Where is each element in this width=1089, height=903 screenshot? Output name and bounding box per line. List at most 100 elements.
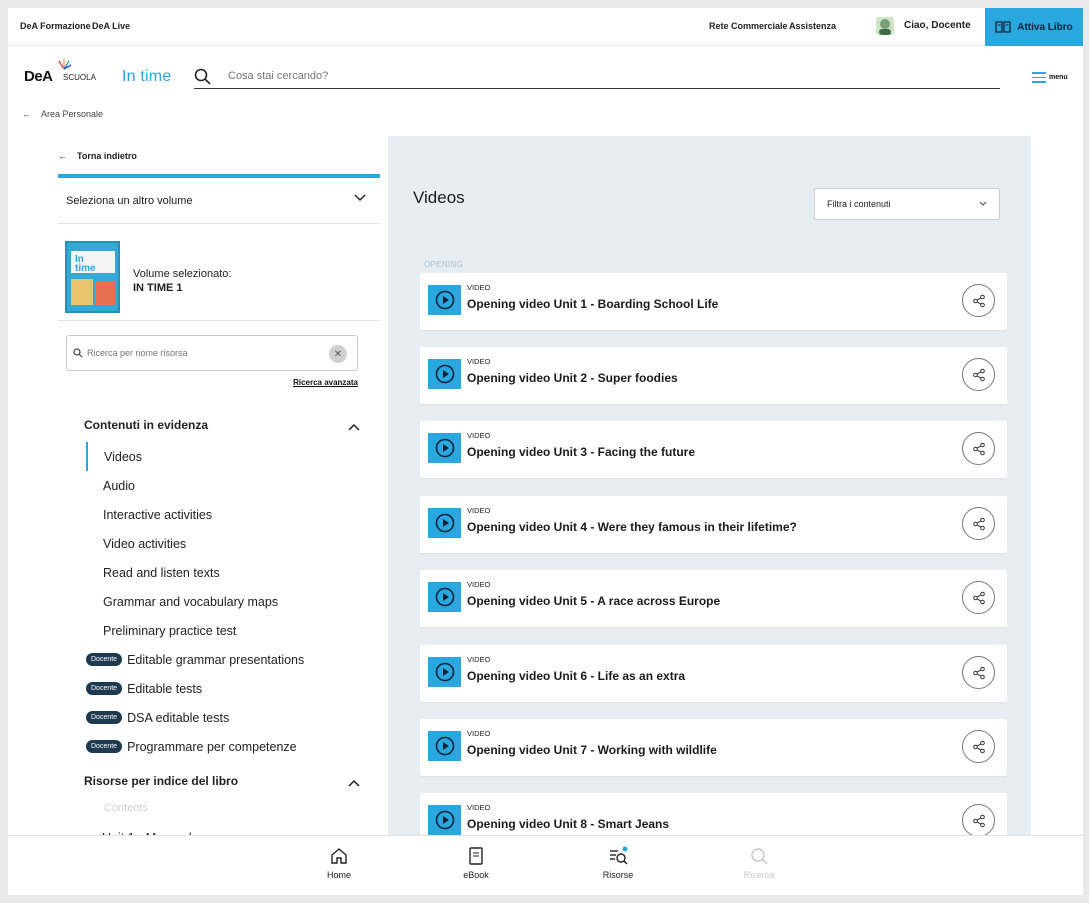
- dea-live-link[interactable]: DeA Live: [92, 21, 130, 31]
- sidebar: Seleziona un altro volume In time Volume …: [58, 174, 380, 848]
- share-icon: [972, 294, 985, 307]
- video-kind-label: VIDEO: [467, 431, 491, 440]
- breadcrumb[interactable]: ← Area Personale: [22, 109, 103, 119]
- dea-logo-sub: SCUOLA: [63, 73, 96, 82]
- advanced-search-link[interactable]: Ricerca avanzata: [293, 378, 358, 387]
- dea-logo[interactable]: DeA: [24, 68, 53, 85]
- clear-search-icon[interactable]: ✕: [329, 345, 347, 363]
- search-icon[interactable]: [194, 68, 211, 85]
- video-card[interactable]: VIDEO Opening video Unit 7 - Working with…: [420, 719, 1007, 776]
- user-avatar-icon[interactable]: [874, 15, 896, 37]
- selected-volume-text: Volume selezionato: IN TIME 1: [133, 267, 231, 295]
- play-video-button[interactable]: [428, 731, 461, 761]
- share-button[interactable]: [962, 507, 995, 540]
- arrow-left-icon: ←: [58, 151, 67, 161]
- chevron-down-icon: [354, 194, 366, 202]
- sidebar-item-dsa-tests[interactable]: Docente DSA editable tests: [86, 703, 304, 732]
- nav-risorse-label: Risorse: [602, 870, 634, 880]
- play-video-button[interactable]: [428, 805, 461, 835]
- global-search-input[interactable]: [228, 70, 998, 82]
- brand-title[interactable]: In time: [122, 68, 171, 86]
- site-header: DeA SCUOLA In time menu: [8, 46, 1083, 102]
- play-video-button[interactable]: [428, 433, 461, 463]
- rete-commerciale-link[interactable]: Rete Commerciale: [709, 21, 788, 31]
- menu-button[interactable]: menu: [1032, 72, 1068, 83]
- video-title[interactable]: Opening video Unit 4 - Were they famous …: [467, 520, 797, 534]
- sidebar-item-grammar-maps[interactable]: Grammar and vocabulary maps: [86, 587, 304, 616]
- activate-book-button[interactable]: Attiva Libro: [985, 8, 1083, 46]
- play-icon: [435, 438, 454, 458]
- activate-book-label: Attiva Libro: [1017, 21, 1073, 33]
- play-icon: [435, 810, 454, 830]
- sidebar-item-preliminary-test[interactable]: Preliminary practice test: [86, 616, 304, 645]
- share-icon: [972, 368, 985, 381]
- sidebar-item-label: Programmare per competenze: [127, 739, 297, 754]
- share-button[interactable]: [962, 804, 995, 837]
- play-icon: [435, 513, 454, 533]
- sidebar-item-grammar-presentations[interactable]: Docente Editable grammar presentations: [86, 645, 304, 674]
- back-link-label: Torna indietro: [77, 151, 137, 161]
- highlights-list: Videos Audio Interactive activities Vide…: [86, 442, 304, 761]
- breadcrumb-area-personale[interactable]: Area Personale: [41, 109, 103, 119]
- filter-content-dropdown[interactable]: Filtra i contenuti: [814, 188, 1000, 220]
- sidebar-item-editable-tests[interactable]: Docente Editable tests: [86, 674, 304, 703]
- book-index-section-title[interactable]: Risorse per indice del libro: [84, 774, 238, 788]
- resource-search-input[interactable]: [87, 348, 307, 358]
- video-title[interactable]: Opening video Unit 3 - Facing the future: [467, 445, 695, 459]
- sidebar-item-read-listen[interactable]: Read and listen texts: [86, 558, 304, 587]
- nav-risorse[interactable]: Risorse: [588, 846, 648, 880]
- play-video-button[interactable]: [428, 582, 461, 612]
- highlights-section-title[interactable]: Contenuti in evidenza: [84, 418, 208, 432]
- share-button[interactable]: [962, 432, 995, 465]
- sidebar-item-video-activities[interactable]: Video activities: [86, 529, 304, 558]
- video-title[interactable]: Opening video Unit 6 - Life as an extra: [467, 669, 685, 683]
- play-video-button[interactable]: [428, 508, 461, 538]
- video-card[interactable]: VIDEO Opening video Unit 5 - A race acros…: [420, 570, 1007, 627]
- video-title[interactable]: Opening video Unit 7 - Working with wild…: [467, 743, 717, 757]
- video-title[interactable]: Opening video Unit 2 - Super foodies: [467, 371, 678, 385]
- play-video-button[interactable]: [428, 657, 461, 687]
- nav-home[interactable]: Home: [309, 846, 369, 880]
- sidebar-item-interactive-activities[interactable]: Interactive activities: [86, 500, 304, 529]
- back-link[interactable]: ← Torna indietro: [58, 151, 137, 161]
- share-button[interactable]: [962, 656, 995, 689]
- dea-formazione-link[interactable]: DeA Formazione: [20, 21, 91, 31]
- user-greeting[interactable]: Ciao, Docente: [904, 20, 971, 31]
- chevron-up-icon[interactable]: [348, 423, 360, 431]
- docente-badge: Docente: [86, 740, 123, 753]
- search-underline: [194, 88, 1000, 89]
- share-button[interactable]: [962, 581, 995, 614]
- page-title: Videos: [413, 188, 465, 207]
- nav-ebook[interactable]: eBook: [446, 846, 506, 880]
- play-icon: [435, 736, 454, 756]
- video-card[interactable]: VIDEO Opening video Unit 1 - Boarding Sch…: [420, 273, 1007, 330]
- sidebar-item-programmare[interactable]: Docente Programmare per competenze: [86, 732, 304, 761]
- play-video-button[interactable]: [428, 359, 461, 389]
- selected-volume-card: In time Volume selezionato: IN TIME 1: [58, 224, 380, 321]
- docente-badge: Docente: [86, 653, 123, 666]
- video-title[interactable]: Opening video Unit 8 - Smart Jeans: [467, 817, 669, 831]
- select-volume-dropdown[interactable]: Seleziona un altro volume: [58, 178, 380, 224]
- nav-ricerca[interactable]: Ricerca: [729, 846, 789, 880]
- share-button[interactable]: [962, 358, 995, 391]
- video-title[interactable]: Opening video Unit 1 - Boarding School L…: [467, 297, 718, 311]
- video-card[interactable]: VIDEO Opening video Unit 3 - Facing the f…: [420, 421, 1007, 478]
- chevron-up-icon[interactable]: [348, 779, 360, 787]
- share-button[interactable]: [962, 284, 995, 317]
- resource-search-field[interactable]: ✕: [66, 335, 358, 371]
- sidebar-item-videos[interactable]: Videos: [86, 442, 304, 471]
- group-label-opening: OPENING: [424, 260, 463, 269]
- app-frame: DeA Formazione DeA Live Rete Commerciale…: [8, 8, 1083, 895]
- share-button[interactable]: [962, 730, 995, 763]
- video-title[interactable]: Opening video Unit 5 - A race across Eur…: [467, 594, 720, 608]
- video-card[interactable]: VIDEO Opening video Unit 2 - Super foodie…: [420, 347, 1007, 404]
- share-icon: [972, 740, 985, 753]
- play-video-button[interactable]: [428, 285, 461, 315]
- video-kind-label: VIDEO: [467, 357, 491, 366]
- video-card[interactable]: VIDEO Opening video Unit 6 - Life as an e…: [420, 645, 1007, 702]
- hamburger-icon: [1032, 72, 1046, 83]
- volume-label: Volume selezionato:: [133, 268, 232, 280]
- assistenza-link[interactable]: Assistenza: [789, 21, 836, 31]
- sidebar-item-audio[interactable]: Audio: [86, 471, 304, 500]
- video-card[interactable]: VIDEO Opening video Unit 4 - Were they fa…: [420, 496, 1007, 553]
